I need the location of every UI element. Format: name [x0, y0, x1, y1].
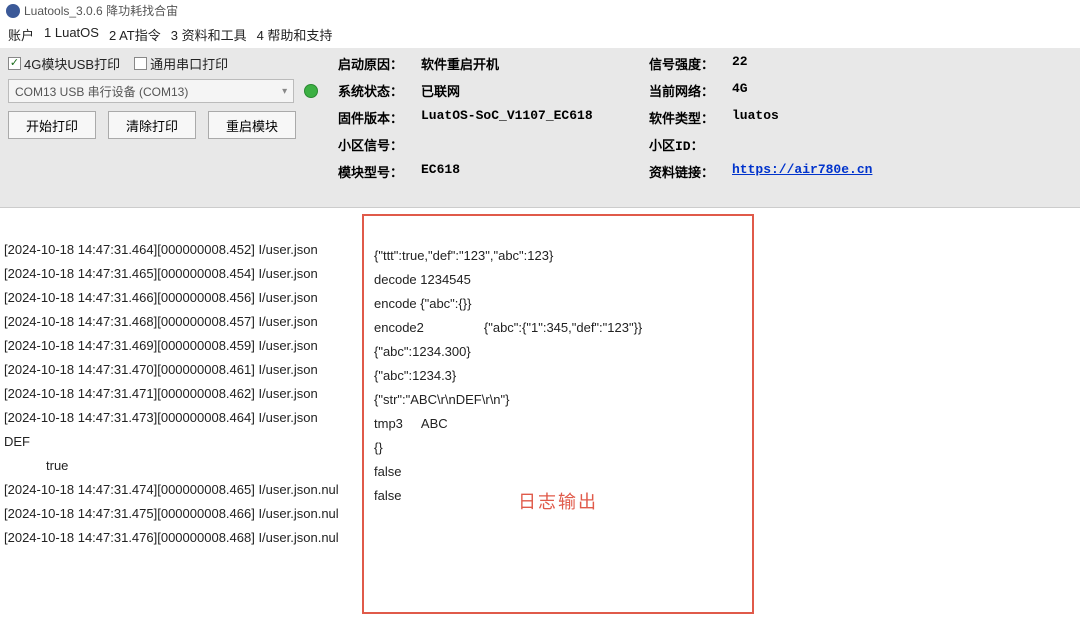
label-cellid: 小区ID： — [649, 135, 724, 154]
log-out-line: decode 1234545 — [374, 268, 742, 292]
value-network: 4G — [732, 81, 872, 100]
log-line: [2024-10-18 14:47:31.475][000000008.466]… — [4, 502, 358, 526]
log-out-line: {} — [374, 436, 742, 460]
menu-luatos[interactable]: 1 LuatOS — [44, 25, 99, 44]
label-model: 模块型号： — [338, 162, 413, 181]
log-output-label: 日志输出 — [518, 490, 598, 514]
log-line: true — [4, 454, 358, 478]
log-timestamps: [2024-10-18 14:47:31.464][000000008.452]… — [4, 214, 358, 612]
label-cellsig: 小区信号： — [338, 135, 413, 154]
log-out-line: false — [374, 460, 742, 484]
reboot-module-button[interactable]: 重启模块 — [208, 111, 296, 139]
log-line: [2024-10-18 14:47:31.466][000000008.456]… — [4, 286, 358, 310]
status-dot-icon — [304, 84, 318, 98]
menu-tools[interactable]: 3 资料和工具 — [171, 25, 247, 44]
chk-usb-print[interactable]: ✓ 4G模块USB打印 — [8, 54, 120, 73]
log-out-line: tmp3 ABC — [374, 412, 742, 436]
log-line: [2024-10-18 14:47:31.471][000000008.462]… — [4, 382, 358, 406]
window-title: Luatools_3.0.6 降功耗找合宙 — [24, 2, 178, 19]
value-swtype: luatos — [732, 108, 872, 127]
label-doclink: 资料链接： — [649, 162, 724, 181]
label-network: 当前网络： — [649, 81, 724, 100]
log-fragment: {"abc":{"1":345,"def":"123"}} — [484, 320, 642, 335]
chk-usb-label: 4G模块USB打印 — [24, 54, 120, 73]
label-swtype: 软件类型： — [649, 108, 724, 127]
value-firmware: LuatOS-SoC_V1107_EC618 — [421, 108, 641, 127]
log-output-box: {"ttt":true,"def":"123","abc":123} decod… — [362, 214, 754, 614]
log-line: [2024-10-18 14:47:31.465][000000008.454]… — [4, 262, 358, 286]
log-out-line: {"str":"ABC\r\nDEF\r\n"} — [374, 388, 742, 412]
log-line: DEF — [4, 430, 358, 454]
log-area: [2024-10-18 14:47:31.464][000000008.452]… — [0, 208, 1080, 618]
com-port-value: COM13 USB 串行设备 (COM13) — [15, 83, 188, 100]
log-line: [2024-10-18 14:47:31.474][000000008.465]… — [4, 478, 358, 502]
toolbar-left: ✓ 4G模块USB打印 通用串口打印 COM13 USB 串行设备 (COM13… — [8, 54, 318, 181]
log-line: [2024-10-18 14:47:31.469][000000008.459]… — [4, 334, 358, 358]
value-cellsig — [421, 135, 641, 154]
value-model: EC618 — [421, 162, 641, 181]
info-grid: 启动原因： 软件重启开机 信号强度： 22 系统状态： 已联网 当前网络： 4G… — [338, 54, 872, 181]
titlebar: Luatools_3.0.6 降功耗找合宙 — [0, 0, 1080, 21]
log-line: [2024-10-18 14:47:31.470][000000008.461]… — [4, 358, 358, 382]
chk-serial-print[interactable]: 通用串口打印 — [134, 54, 228, 73]
label-boot-reason: 启动原因： — [338, 54, 413, 73]
value-sysstate: 已联网 — [421, 81, 641, 100]
log-out-line: encode {"abc":{}} — [374, 292, 742, 316]
log-fragment: ABC — [421, 416, 448, 431]
label-sysstate: 系统状态： — [338, 81, 413, 100]
log-out-line: encode2 {"abc":{"1":345,"def":"123"}} — [374, 316, 742, 340]
menu-help[interactable]: 4 帮助和支持 — [257, 25, 333, 44]
app-icon — [6, 4, 20, 18]
menu-account[interactable]: 账户 — [8, 25, 34, 44]
toolbar: ✓ 4G模块USB打印 通用串口打印 COM13 USB 串行设备 (COM13… — [0, 48, 1080, 208]
com-port-select[interactable]: COM13 USB 串行设备 (COM13) ▾ — [8, 79, 294, 103]
value-boot-reason: 软件重启开机 — [421, 54, 641, 73]
label-firmware: 固件版本： — [338, 108, 413, 127]
log-line: [2024-10-18 14:47:31.468][000000008.457]… — [4, 310, 358, 334]
value-signal: 22 — [732, 54, 872, 73]
doc-link[interactable]: https://air780e.cn — [732, 162, 872, 177]
log-fragment: encode2 — [374, 320, 424, 335]
log-out-line: {"ttt":true,"def":"123","abc":123} — [374, 244, 742, 268]
menu-at[interactable]: 2 AT指令 — [109, 25, 161, 44]
menubar: 账户 1 LuatOS 2 AT指令 3 资料和工具 4 帮助和支持 — [0, 21, 1080, 48]
log-line: [2024-10-18 14:47:31.473][000000008.464]… — [4, 406, 358, 430]
log-fragment: tmp3 — [374, 416, 403, 431]
log-out-line: {"abc":1234.300} — [374, 340, 742, 364]
value-cellid — [732, 135, 872, 154]
label-signal: 信号强度： — [649, 54, 724, 73]
start-print-button[interactable]: 开始打印 — [8, 111, 96, 139]
chk-serial-label: 通用串口打印 — [150, 54, 228, 73]
log-line: [2024-10-18 14:47:31.476][000000008.468]… — [4, 526, 358, 550]
log-out-line: {"abc":1234.3} — [374, 364, 742, 388]
checkbox-unchecked-icon — [134, 57, 147, 70]
chevron-down-icon: ▾ — [282, 86, 287, 97]
checkbox-checked-icon: ✓ — [8, 57, 21, 70]
clear-print-button[interactable]: 清除打印 — [108, 111, 196, 139]
log-line: [2024-10-18 14:47:31.464][000000008.452]… — [4, 238, 358, 262]
